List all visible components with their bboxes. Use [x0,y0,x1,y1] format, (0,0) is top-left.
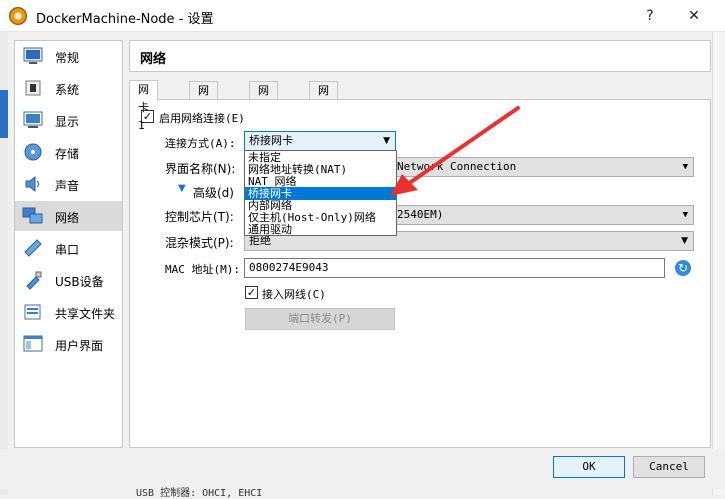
adapter-type-label: 控制芯片(T): [165,210,234,224]
refresh-mac-icon[interactable]: ↻ [675,260,691,276]
sidebar-item-storage[interactable]: 存储 [15,137,122,167]
promiscuous-label: 混杂模式(P): [165,236,234,250]
help-button[interactable]: ? [632,4,668,28]
name-label: 界面名称(N): [165,162,236,176]
expand-triangle-icon[interactable]: ▼ [178,183,186,194]
sidebar-item-label: 显示 [55,115,80,129]
usb-icon [26,271,42,290]
cable-connected-label: 接入网线(C) [262,288,326,301]
attached-to-select[interactable]: 桥接网卡 ▼ [244,131,396,151]
sidebar-item-audio[interactable]: 声音 [15,169,122,199]
sidebar-item-label: 系统 [55,83,80,97]
attached-to-dropdown: 未指定 网络地址转换(NAT) NAT 网络 桥接网卡 内部网络 仅主机(Hos… [244,150,397,236]
ok-button[interactable]: OK [553,456,625,478]
page-title: 网络 [140,52,167,67]
tab-adapter-2[interactable]: 网卡 2 [189,81,218,133]
serial-port-icon [24,239,42,257]
sidebar-item-label: 声音 [55,179,80,193]
cancel-button[interactable]: Cancel [633,456,705,478]
system-icon [25,80,41,96]
chevron-down-icon: ▼ [682,162,688,172]
close-button[interactable]: ✕ [676,4,712,28]
sidebar-item-label: 共享文件夹 [55,307,116,321]
sidebar-item-network[interactable]: 网络 [15,201,122,231]
attached-to-label: 连接方式(A): [165,137,236,150]
window-title: DockerMachine-Node - 设置 [36,12,214,27]
settings-sidebar: 常规 系统 显示 存储 声音 网络 串口 USB设备 共享文件夹 用户界面 [14,40,123,448]
mac-address-label: MAC 地址(M): [165,263,240,276]
advanced-toggle[interactable]: 高级(d) [193,184,234,201]
enable-adapter-label: 启用网络连接(E) [159,112,245,125]
title-bar: DockerMachine-Node - 设置 ? ✕ [0,0,725,32]
sidebar-item-label: 网络 [55,211,80,225]
mac-address-input[interactable]: 0800274E9043 [244,258,665,278]
background-window-edge [0,32,8,495]
sidebar-item-general[interactable]: 常规 [15,41,122,71]
user-interface-icon [23,335,43,352]
shared-folder-icon [24,304,41,320]
sidebar-item-label: 串口 [55,243,80,257]
display-icon [23,111,43,128]
background-window-edge-right [712,32,725,495]
sidebar-item-serial-port[interactable]: 串口 [15,233,122,263]
adapter-type-value: 2540EM) [397,208,444,221]
sidebar-item-usb[interactable]: USB设备 [15,265,122,295]
page-header: 网络 [129,40,711,72]
virtualbox-icon [9,7,27,25]
sidebar-item-label: 存储 [55,147,80,161]
background-window-accent [0,90,8,138]
tab-adapter-1[interactable]: 网卡 1 [129,80,158,132]
dropdown-option-generic[interactable]: 通用驱动 [245,223,396,236]
sidebar-item-label: 用户界面 [55,339,104,353]
sidebar-item-system[interactable]: 系统 [15,73,122,103]
sidebar-item-label: 常规 [55,51,80,65]
chevron-down-icon: ▼ [682,210,688,220]
chevron-down-icon: ▼ [681,236,688,246]
sidebar-item-shared-folders[interactable]: 共享文件夹 [15,297,122,327]
general-icon [23,47,43,64]
tab-adapter-3[interactable]: 网卡 3 [249,81,278,133]
sidebar-item-display[interactable]: 显示 [15,105,122,135]
background-status-text: USB 控制器: OHCI, EHCI [136,488,263,499]
network-icon [22,207,43,224]
tab-adapter-4[interactable]: 网卡 4 [309,81,338,133]
annotation-arrow-icon [390,106,520,196]
attached-to-value: 桥接网卡 [249,134,293,147]
storage-icon [24,143,42,161]
port-forwarding-button[interactable]: 端口转发(P) [245,308,395,330]
sidebar-item-user-interface[interactable]: 用户界面 [15,329,122,359]
sidebar-item-label: USB设备 [55,275,104,289]
cable-connected-checkbox[interactable]: ✓ [245,286,258,299]
audio-icon [25,175,39,193]
